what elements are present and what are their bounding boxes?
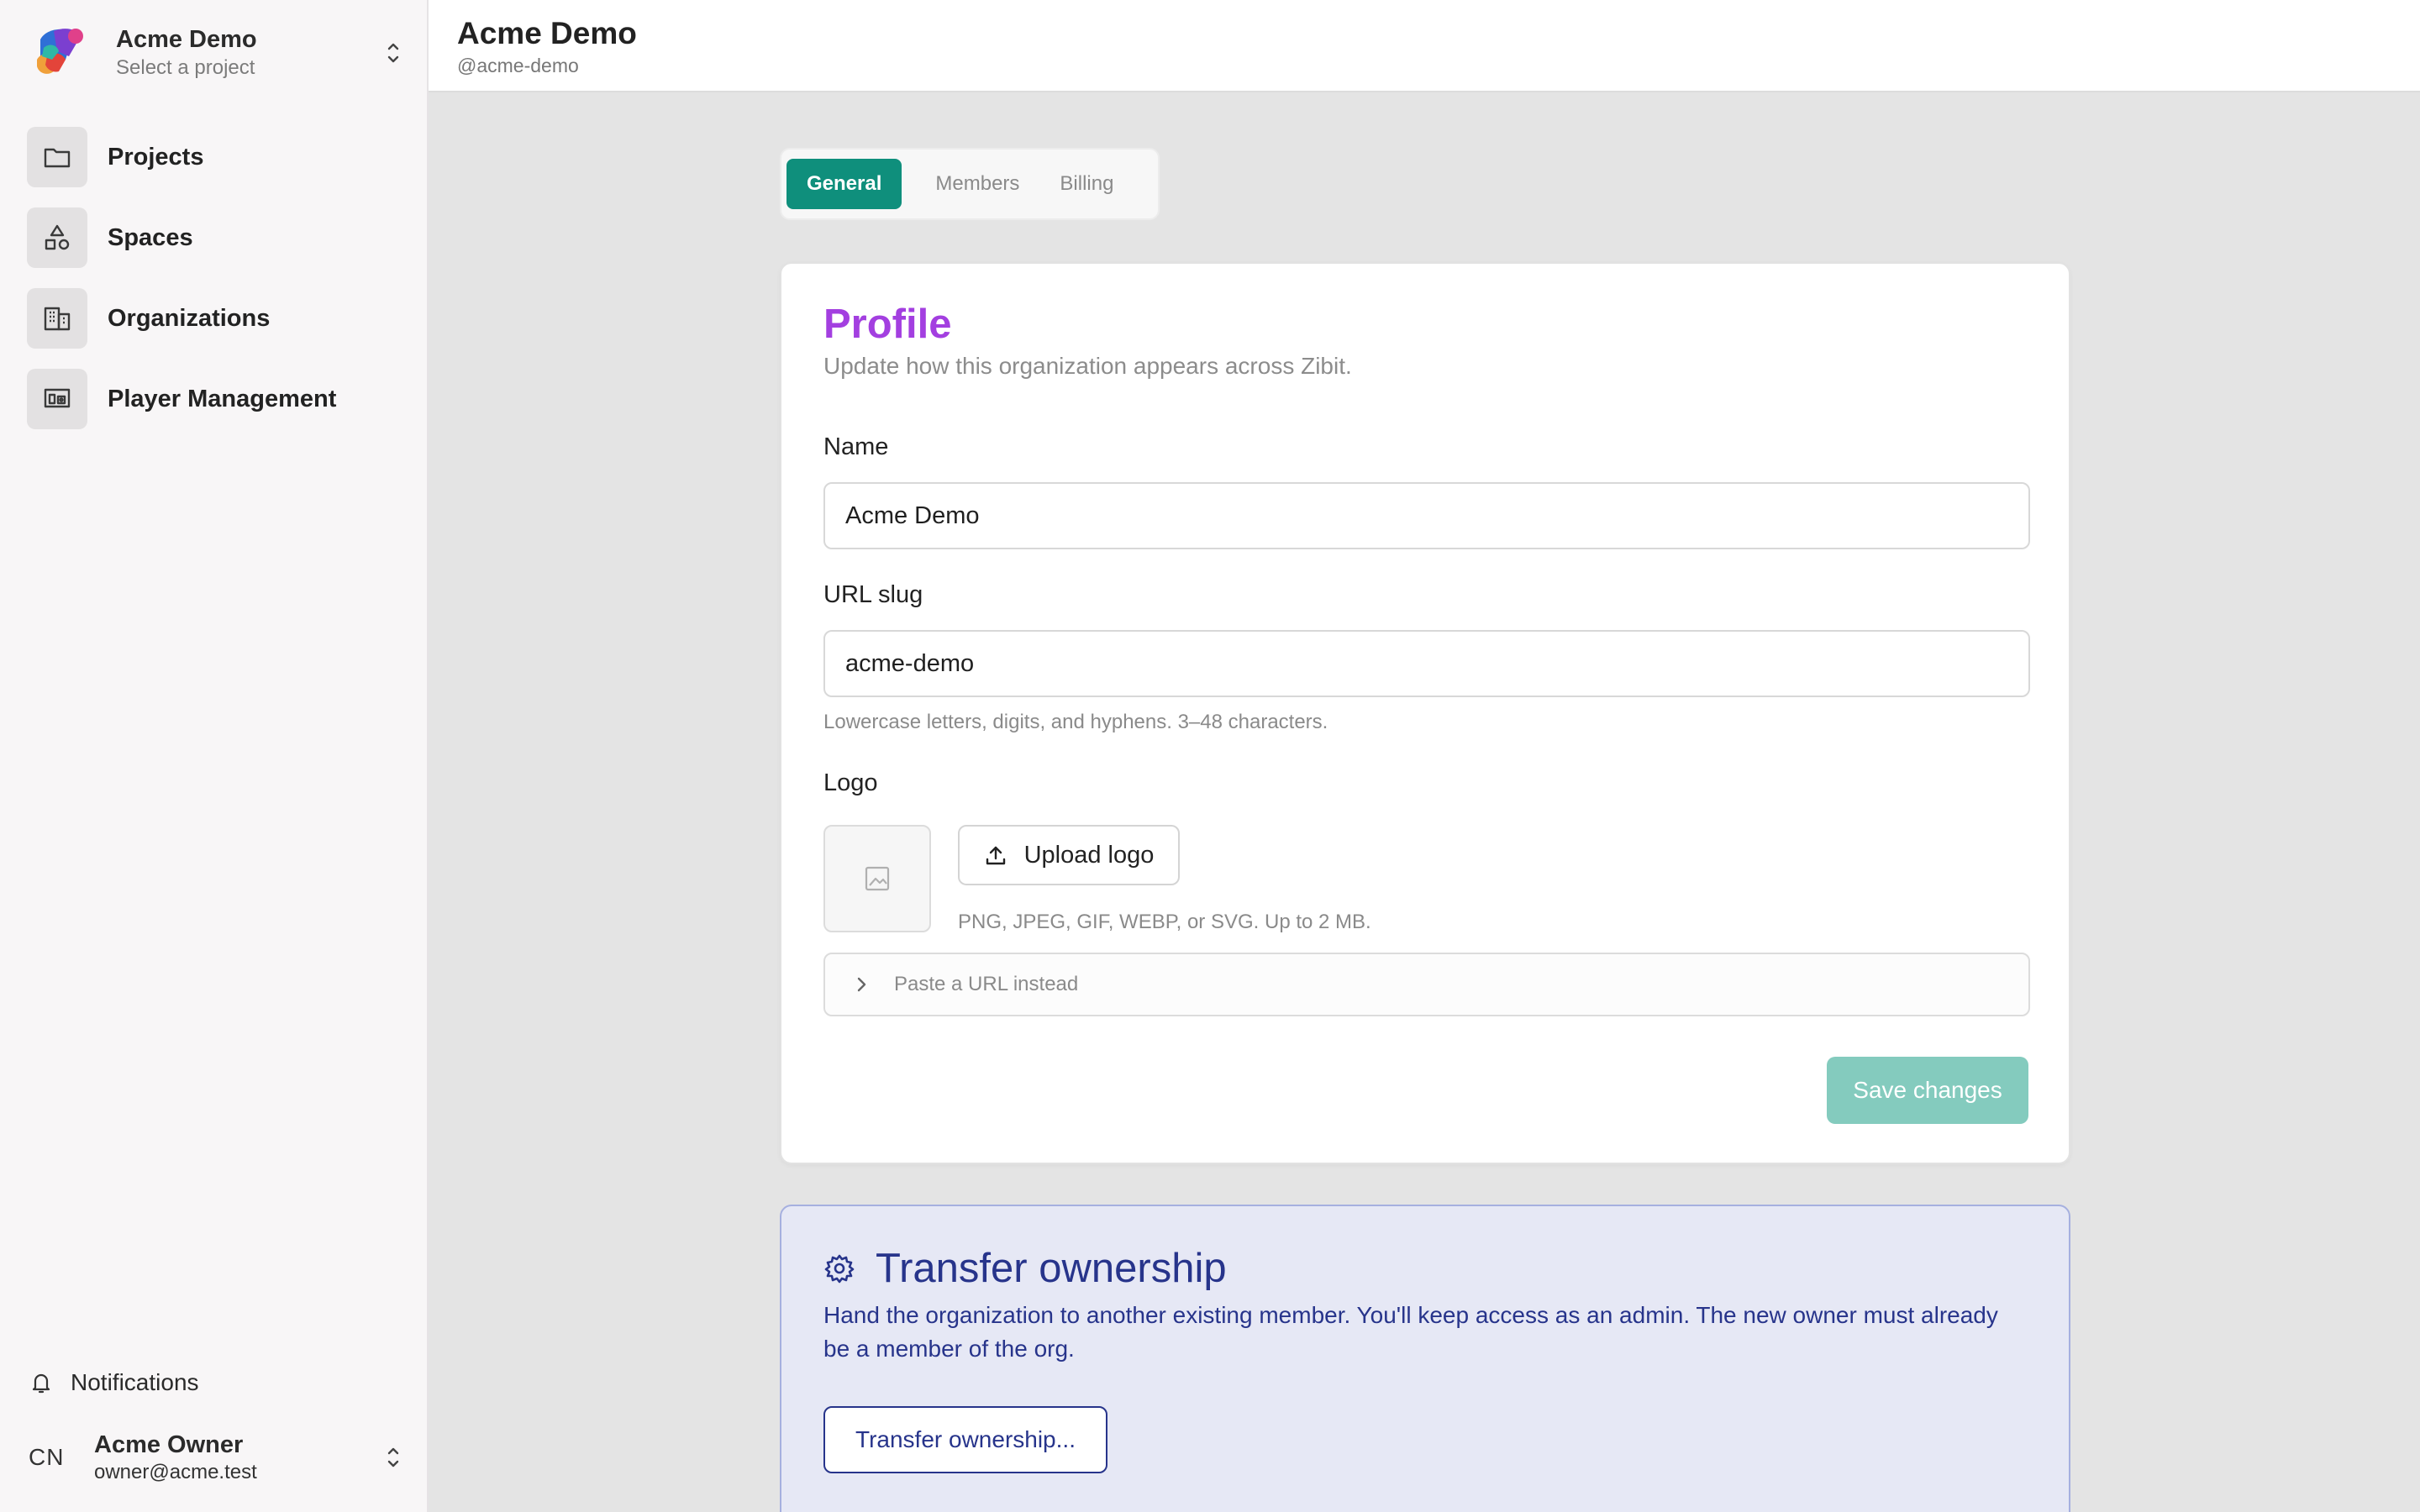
url-slug-field[interactable] <box>823 630 2030 697</box>
avatar: CN <box>29 1444 65 1470</box>
sidebar-item-label: Projects <box>108 143 204 171</box>
user-menu[interactable]: CN Acme Owner owner@acme.test <box>29 1426 403 1488</box>
user-email: owner@acme.test <box>94 1461 257 1483</box>
folder-icon <box>27 127 87 187</box>
user-name: Acme Owner <box>94 1431 244 1458</box>
app-logo-icon <box>37 29 83 74</box>
sidebar-item-spaces[interactable]: Spaces <box>27 207 402 269</box>
page-title: Acme Demo <box>457 16 637 50</box>
upload-logo-label: Upload logo <box>1023 841 1155 869</box>
tab-billing[interactable]: Billing <box>1039 159 1134 209</box>
name-field[interactable] <box>823 482 2030 549</box>
name-label: Name <box>823 433 889 460</box>
save-button[interactable]: Save changes <box>1827 1057 2028 1124</box>
gear-icon <box>824 1254 855 1284</box>
profile-title: Profile <box>823 302 952 347</box>
logo-label: Logo <box>823 769 878 796</box>
sidebar-item-label: Spaces <box>108 223 193 251</box>
monitor-speaker-icon <box>27 369 87 429</box>
chevron-right-icon <box>857 977 866 992</box>
workspace-subtitle: Select a project <box>116 56 255 79</box>
notifications-link[interactable]: Notifications <box>29 1366 199 1399</box>
transfer-ownership-button[interactable]: Transfer ownership... <box>823 1406 1107 1473</box>
sidebar-item-projects[interactable]: Projects <box>27 126 402 188</box>
chevron-up-down-icon <box>387 43 399 63</box>
bell-icon <box>32 1373 50 1394</box>
upload-icon <box>986 846 1005 865</box>
profile-subtitle: Update how this organization appears acr… <box>823 353 1352 379</box>
logo-preview <box>823 825 931 932</box>
user-text: Acme Owner owner@acme.test <box>94 1430 383 1485</box>
shapes-icon <box>27 207 87 268</box>
workspace-name: Acme Demo <box>116 26 257 53</box>
page-header: Acme Demo @acme-demo <box>429 0 2420 92</box>
building-icon <box>27 288 87 349</box>
sidebar-item-player-management[interactable]: Player Management <box>27 368 402 430</box>
url-slug-label: URL slug <box>823 581 923 608</box>
upload-logo-button[interactable]: Upload logo <box>958 825 1180 885</box>
transfer-title: Transfer ownership <box>876 1246 1227 1291</box>
tab-members[interactable]: Members <box>915 159 1039 209</box>
paste-url-label: Paste a URL instead <box>894 973 1079 995</box>
sidebar-item-label: Player Management <box>108 385 337 412</box>
sidebar-item-organizations[interactable]: Organizations <box>27 287 402 349</box>
sidebar-nav: Projects Spaces Organizations Player Man… <box>27 126 402 449</box>
tab-general[interactable]: General <box>786 159 902 209</box>
sidebar: Acme Demo Select a project Projects Spac… <box>0 0 429 1512</box>
page-subtitle: @acme-demo <box>457 55 579 76</box>
sidebar-item-label: Organizations <box>108 304 271 332</box>
settings-tabs: General Members Billing <box>780 148 1160 220</box>
workspace-switcher[interactable]: Acme Demo Select a project <box>29 22 403 84</box>
transfer-description: Hand the organization to another existin… <box>823 1302 1998 1362</box>
image-placeholder-icon <box>865 866 890 891</box>
upload-logo-hint: PNG, JPEG, GIF, WEBP, or SVG. Up to 2 MB… <box>958 911 1371 933</box>
paste-url-toggle[interactable]: Paste a URL instead <box>823 953 2030 1016</box>
app-root: Acme Demo Select a project Projects Spac… <box>0 0 2420 1512</box>
profile-card: Profile Update how this organization app… <box>780 262 2070 1164</box>
url-slug-hint: Lowercase letters, digits, and hyphens. … <box>823 711 1328 733</box>
chevron-up-down-icon <box>387 1447 399 1467</box>
notifications-label: Notifications <box>71 1369 199 1395</box>
transfer-ownership-card: Transfer ownership Hand the organization… <box>780 1205 2070 1512</box>
transfer-header: Transfer ownership <box>823 1243 1227 1294</box>
workspace-text: Acme Demo Select a project <box>116 24 383 81</box>
